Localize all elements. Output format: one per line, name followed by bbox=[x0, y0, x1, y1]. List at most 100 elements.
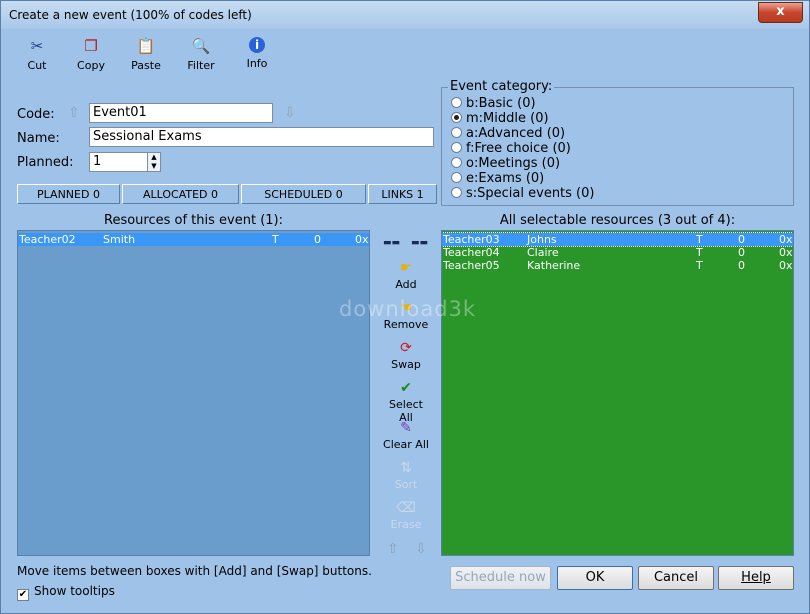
eraser-icon: ⌫ bbox=[396, 500, 416, 516]
category-option-label: o:Meetings (0) bbox=[466, 156, 561, 171]
checkbox-checked-icon: ✔ bbox=[17, 589, 29, 601]
planned-label: Planned: bbox=[17, 155, 74, 170]
row-name: Claire bbox=[527, 246, 559, 259]
copy-icon: ❐ bbox=[84, 37, 98, 55]
info-icon: i bbox=[249, 37, 265, 53]
category-option-label: f:Free choice (0) bbox=[466, 141, 571, 156]
double-arrow-right-icon[interactable]: ▬▬ bbox=[411, 238, 428, 248]
table-row[interactable]: Teacher05 Katherine T 0 0x bbox=[442, 259, 793, 272]
table-row[interactable]: Teacher03 Johns T 0 0x bbox=[442, 232, 793, 247]
scheduled-counter: SCHEDULED 0 bbox=[241, 184, 366, 204]
code-input[interactable]: Event01 bbox=[89, 103, 273, 123]
add-button[interactable]: ☛ Add bbox=[381, 258, 431, 291]
radio-icon bbox=[451, 127, 462, 138]
show-tooltips-label: Show tooltips bbox=[34, 584, 115, 598]
arrow-down-icon[interactable]: ⇩ bbox=[284, 105, 296, 121]
category-option-label: a:Advanced (0) bbox=[466, 126, 566, 141]
help-button[interactable]: Help bbox=[718, 566, 794, 590]
paste-label: Paste bbox=[131, 59, 161, 72]
row-name: Katherine bbox=[527, 259, 581, 272]
swap-label: Swap bbox=[391, 358, 421, 371]
row-type: T bbox=[696, 246, 703, 259]
row-num: 0 bbox=[738, 246, 745, 259]
row-x: 0x bbox=[779, 259, 793, 272]
category-option-basic[interactable]: b:Basic (0) bbox=[451, 96, 536, 111]
links-counter: LINKS 1 bbox=[368, 184, 437, 204]
radio-icon bbox=[451, 142, 462, 153]
cut-label: Cut bbox=[27, 59, 47, 72]
close-button[interactable]: x bbox=[758, 2, 803, 23]
planned-counter: PLANNED 0 bbox=[17, 184, 120, 204]
erase-button[interactable]: ⌫ Erase bbox=[381, 498, 431, 531]
row-x: 0x bbox=[779, 233, 793, 246]
double-arrow-left-icon[interactable]: ▬▬ bbox=[383, 238, 400, 248]
move-down-icon[interactable]: ⇩ bbox=[415, 541, 427, 557]
category-option-exams[interactable]: e:Exams (0) bbox=[451, 171, 544, 186]
allocated-counter: ALLOCATED 0 bbox=[122, 184, 239, 204]
swap-icon: ⟳ bbox=[400, 340, 412, 356]
row-type: T bbox=[272, 233, 279, 246]
row-x: 0x bbox=[779, 246, 793, 259]
row-code: Teacher04 bbox=[443, 246, 500, 259]
ok-button[interactable]: OK bbox=[557, 566, 633, 590]
counter-bar: PLANNED 0 ALLOCATED 0 SCHEDULED 0 LINKS … bbox=[17, 184, 439, 204]
window-title: Create a new event (100% of codes left) bbox=[9, 8, 252, 22]
copy-label: Copy bbox=[77, 59, 105, 72]
info-button[interactable]: i Info bbox=[232, 37, 282, 70]
right-list-title: All selectable resources (3 out of 4): bbox=[499, 213, 736, 228]
clear-all-button[interactable]: ✎ Clear All bbox=[381, 418, 431, 451]
radio-icon bbox=[451, 172, 462, 183]
add-label: Add bbox=[395, 278, 417, 291]
dialog-window: Create a new event (100% of codes left) … bbox=[0, 0, 810, 614]
name-input[interactable]: Sessional Exams bbox=[89, 127, 434, 147]
name-label: Name: bbox=[17, 131, 60, 146]
category-option-meetings[interactable]: o:Meetings (0) bbox=[451, 156, 560, 171]
category-option-advanced[interactable]: a:Advanced (0) bbox=[451, 126, 565, 141]
broom-icon: ✎ bbox=[400, 420, 412, 436]
schedule-now-button[interactable]: Schedule now bbox=[450, 566, 551, 590]
sort-button[interactable]: ⇅ Sort bbox=[381, 458, 431, 491]
category-option-middle[interactable]: m:Middle (0) bbox=[451, 111, 549, 126]
radio-icon bbox=[451, 157, 462, 168]
filter-label: Filter bbox=[187, 59, 215, 72]
event-resources-list[interactable]: Teacher02 Smith T 0 0x bbox=[17, 230, 370, 556]
checkmark-icon: ✔ bbox=[400, 380, 412, 396]
clear-all-label: Clear All bbox=[383, 438, 429, 451]
copy-button[interactable]: ❐ Copy bbox=[66, 37, 116, 72]
category-option-label: e:Exams (0) bbox=[466, 171, 545, 186]
filter-button[interactable]: 🔍 Filter bbox=[176, 37, 226, 72]
paste-button[interactable]: 📋 Paste bbox=[121, 37, 171, 72]
row-num: 0 bbox=[738, 259, 745, 272]
arrow-up-icon[interactable]: ⇧ bbox=[68, 105, 80, 121]
row-type: T bbox=[696, 259, 703, 272]
sort-icon: ⇅ bbox=[400, 460, 412, 476]
category-option-free-choice[interactable]: f:Free choice (0) bbox=[451, 141, 571, 156]
left-list-title: Resources of this event (1): bbox=[104, 213, 283, 228]
planned-input[interactable]: 1 bbox=[89, 152, 148, 172]
row-code: Teacher05 bbox=[443, 259, 500, 272]
code-label: Code: bbox=[17, 107, 55, 122]
category-option-label: s:Special events (0) bbox=[466, 186, 595, 201]
table-row[interactable]: Teacher04 Claire T 0 0x bbox=[442, 246, 793, 259]
row-code: Teacher03 bbox=[443, 233, 500, 246]
row-code: Teacher02 bbox=[19, 233, 76, 246]
event-category-legend: Event category: bbox=[448, 79, 555, 94]
selectable-resources-list[interactable]: Teacher03 Johns T 0 0x Teacher04 Claire … bbox=[441, 230, 794, 556]
row-type: T bbox=[696, 233, 703, 246]
category-option-special-events[interactable]: s:Special events (0) bbox=[451, 186, 594, 201]
category-option-label: m:Middle (0) bbox=[466, 111, 549, 126]
cancel-button[interactable]: Cancel bbox=[638, 566, 714, 590]
swap-button[interactable]: ⟳ Swap bbox=[381, 338, 431, 371]
row-name: Smith bbox=[103, 233, 136, 246]
show-tooltips-checkbox[interactable]: ✔ Show tooltips bbox=[17, 584, 115, 601]
watermark: download3k bbox=[339, 297, 477, 321]
radio-icon bbox=[451, 97, 462, 108]
planned-spinner[interactable]: ▲ ▼ bbox=[147, 152, 161, 172]
category-option-label: b:Basic (0) bbox=[466, 96, 536, 111]
info-label: Info bbox=[246, 57, 268, 70]
move-up-icon[interactable]: ⇧ bbox=[387, 541, 399, 557]
hand-point-icon: ☛ bbox=[399, 260, 413, 276]
instruction-text: Move items between boxes with [Add] and … bbox=[17, 564, 372, 578]
cut-button[interactable]: ✂ Cut bbox=[12, 37, 62, 72]
table-row[interactable]: Teacher02 Smith T 0 0x bbox=[18, 233, 369, 246]
